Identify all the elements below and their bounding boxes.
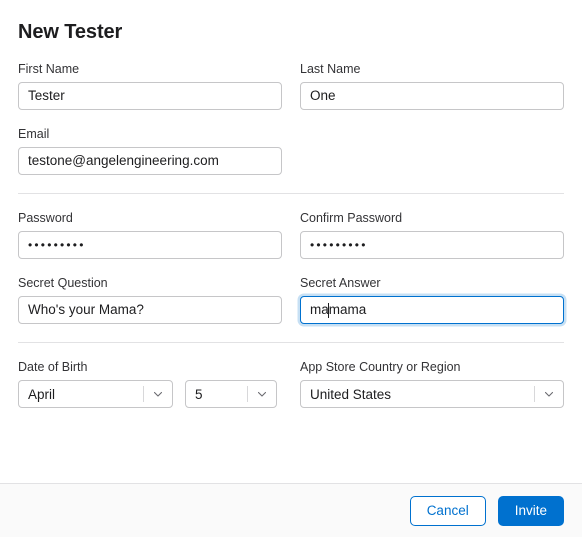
app-store-country-select[interactable]: United States <box>300 380 564 408</box>
last-name-field-group: Last Name One <box>300 45 564 110</box>
password-masked-value: ••••••••• <box>28 238 86 252</box>
app-store-country-field-group: App Store Country or Region United State… <box>300 343 564 408</box>
email-field[interactable]: testone@angelengineering.com <box>18 147 282 175</box>
new-tester-dialog: New Tester First Name Tester Last Name O… <box>0 0 582 537</box>
select-separator <box>247 386 248 402</box>
dob-month-select[interactable]: April <box>18 380 173 408</box>
secret-answer-label: Secret Answer <box>300 276 381 290</box>
password-field-group: Password ••••••••• <box>18 194 282 259</box>
email-row: Email testone@angelengineering.com <box>18 110 564 175</box>
secret-row: Secret Question Who's your Mama? Secret … <box>18 259 564 324</box>
last-name-input[interactable]: One <box>300 82 564 110</box>
first-name-field-group: First Name Tester <box>18 45 282 110</box>
app-store-country-label: App Store Country or Region <box>300 360 461 374</box>
confirm-password-label: Confirm Password <box>300 211 403 225</box>
cancel-button[interactable]: Cancel <box>409 495 486 526</box>
secret-answer-field-group: Secret Answer ma mama <box>300 259 564 324</box>
confirm-password-field-group: Confirm Password ••••••••• <box>300 194 564 259</box>
dob-month-value: April <box>28 386 56 402</box>
secret-answer-text-before-caret: ma <box>310 302 329 317</box>
text-caret <box>328 302 330 318</box>
email-label: Email <box>18 127 50 141</box>
page-title: New Tester <box>18 21 123 43</box>
secret-question-label: Secret Question <box>18 276 108 290</box>
select-separator <box>143 386 144 402</box>
invite-button[interactable]: Invite <box>497 495 564 526</box>
chevron-down-icon <box>153 389 163 399</box>
dob-day-value: 5 <box>195 386 203 402</box>
date-of-birth-label: Date of Birth <box>18 360 88 374</box>
secret-question-input[interactable]: Who's your Mama? <box>18 296 282 324</box>
email-row-spacer <box>300 110 564 175</box>
password-row: Password ••••••••• Confirm Password ••••… <box>18 194 564 259</box>
dob-field-group: Date of Birth April 5 <box>18 343 282 408</box>
chevron-down-icon <box>544 389 554 399</box>
secret-question-field-group: Secret Question Who's your Mama? <box>18 259 282 324</box>
password-input[interactable]: ••••••••• <box>18 231 282 259</box>
app-store-country-value: United States <box>310 386 392 402</box>
chevron-down-icon <box>257 389 267 399</box>
dialog-footer: Cancel Invite <box>0 483 582 537</box>
select-separator <box>534 386 535 402</box>
secret-answer-text-after-caret: mama <box>328 302 367 317</box>
dob-selects: April 5 <box>18 380 282 408</box>
email-field-group: Email testone@angelengineering.com <box>18 110 282 175</box>
secret-answer-input[interactable]: ma mama <box>300 296 564 324</box>
confirm-password-masked-value: ••••••••• <box>310 238 368 252</box>
first-name-input[interactable]: Tester <box>18 82 282 110</box>
name-row: First Name Tester Last Name One <box>18 45 564 110</box>
dob-country-row: Date of Birth April 5 App Store Country … <box>18 343 564 408</box>
password-label: Password <box>18 211 73 225</box>
dialog-body: New Tester First Name Tester Last Name O… <box>0 0 582 408</box>
last-name-label: Last Name <box>300 62 361 76</box>
confirm-password-input[interactable]: ••••••••• <box>300 231 564 259</box>
dob-day-select[interactable]: 5 <box>185 380 277 408</box>
first-name-label: First Name <box>18 62 80 76</box>
